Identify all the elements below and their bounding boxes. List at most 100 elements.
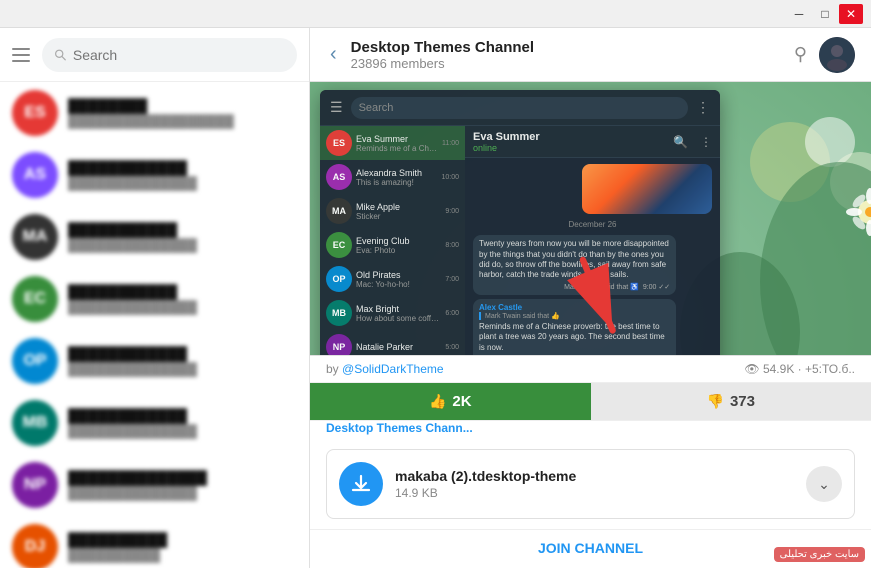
- inner-chat-name: Eva Summer: [473, 131, 540, 143]
- chat-item[interactable]: EC ███████████ ██████████████: [0, 268, 309, 330]
- avatar: OP: [12, 338, 58, 384]
- inner-chat-time: 11:00: [442, 140, 459, 147]
- titlebar: ─ □ ✕: [0, 0, 871, 28]
- inner-chat-preview: Reminds me of a Chinese proverb:...: [356, 144, 438, 153]
- search-header-icon[interactable]: ⚲: [794, 44, 807, 65]
- inner-chat-item[interactable]: AS Alexandra Smith This is amazing! 10:0…: [320, 160, 465, 194]
- dislike-button[interactable]: 👎 373: [591, 383, 871, 420]
- chat-item[interactable]: MA ███████████ ██████████████: [0, 206, 309, 268]
- search-icon: [54, 48, 67, 62]
- chat-name: ██████████████: [68, 470, 287, 486]
- search-input[interactable]: [73, 47, 285, 63]
- chat-preview: ██████████████: [68, 176, 287, 191]
- inner-chat-header-right: Eva Summer online 🔍 ⋮: [465, 126, 720, 158]
- inner-search: Search: [351, 97, 688, 119]
- sidebar-header: [0, 28, 309, 82]
- chat-item[interactable]: NP ██████████████ ██████████████: [0, 454, 309, 516]
- inner-chat-name-label: Old Pirates: [356, 270, 441, 280]
- inner-more-icon[interactable]: ⋮: [700, 135, 712, 149]
- inner-search-icon[interactable]: 🔍: [673, 135, 688, 149]
- download-channel-name: Desktop Themes Chann...: [326, 421, 473, 435]
- main-panel: ‹ Desktop Themes Channel 23896 members ⚲: [310, 28, 871, 568]
- chat-preview: ██████████████: [68, 424, 287, 439]
- watermark: سایت خبری تحلیلی: [774, 547, 865, 562]
- channel-members: 23896 members: [351, 56, 784, 71]
- maximize-button[interactable]: □: [813, 4, 837, 24]
- message-time: 9:00 ✓✓: [643, 283, 670, 291]
- channel-title: Desktop Themes Channel: [351, 39, 784, 56]
- inner-chat-info: Old Pirates Mac: Yo-ho-ho!: [356, 270, 441, 289]
- app-container: ES ████████ ██████████████████ AS ██████…: [0, 28, 871, 568]
- join-channel-button[interactable]: JOIN CHANNEL: [538, 540, 643, 556]
- chat-item[interactable]: ES ████████ ██████████████████: [0, 82, 309, 144]
- avatar: ES: [12, 90, 58, 136]
- message-quote: Twenty years from now you will be more d…: [473, 235, 676, 295]
- download-icon[interactable]: [339, 462, 383, 506]
- post-author: @SolidDarkTheme: [342, 362, 444, 376]
- search-box[interactable]: [42, 38, 297, 72]
- inner-chat-name-label: Max Bright: [356, 304, 441, 314]
- chat-preview: ██████████████: [68, 238, 287, 253]
- chat-info: ████████████ ██████████████: [68, 160, 287, 191]
- download-card[interactable]: makaba (2).tdesktop-theme 14.9 KB ⌄: [326, 449, 855, 519]
- dislike-icon: 👎: [707, 393, 724, 410]
- chat-preview: ██████████████: [68, 300, 287, 315]
- chat-list: ES ████████ ██████████████████ AS ██████…: [0, 82, 309, 568]
- inner-chat-header: ☰ Search ⋮: [320, 90, 720, 126]
- inner-chat-item[interactable]: ES Eva Summer Reminds me of a Chinese pr…: [320, 126, 465, 160]
- chat-item[interactable]: DJ ██████████ ██████████: [0, 516, 309, 568]
- expand-button[interactable]: ⌄: [806, 466, 842, 502]
- minimize-button[interactable]: ─: [787, 4, 811, 24]
- inner-chat-time: 6:00: [445, 310, 459, 317]
- chat-info: ███████████ ██████████████: [68, 222, 287, 253]
- chat-info: ██████████ ██████████: [68, 532, 287, 563]
- post-author-line: by @SolidDarkTheme: [326, 362, 444, 376]
- avatar: MB: [12, 400, 58, 446]
- reply-text: Reminds me of a Chinese proverb: the bes…: [479, 322, 670, 353]
- inner-hamburger-icon: ☰: [330, 99, 343, 116]
- inner-chat-time: 5:00: [445, 344, 459, 351]
- avatar: NP: [12, 462, 58, 508]
- chat-preview: ██████████████: [68, 362, 287, 377]
- inner-chat-time: 8:00: [445, 242, 459, 249]
- back-button[interactable]: ‹: [326, 39, 341, 70]
- sidebar: ES ████████ ██████████████████ AS ██████…: [0, 28, 310, 568]
- inner-chat-screenshot: ☰ Search ⋮ ES Eva Summer Reminds me of a…: [320, 90, 720, 400]
- close-button[interactable]: ✕: [839, 4, 863, 24]
- like-button[interactable]: 👍 2K: [310, 383, 591, 420]
- chat-item[interactable]: MB ████████████ ██████████████: [0, 392, 309, 454]
- menu-icon[interactable]: [12, 45, 32, 65]
- mark-twain-attribution: Mark Twain said that ♿: [564, 283, 639, 291]
- inner-chat-time: 10:00: [441, 174, 459, 181]
- chat-item[interactable]: AS ████████████ ██████████████: [0, 144, 309, 206]
- post-info-bar: by @SolidDarkTheme 👁 54.9K · +5:ТО.б..: [310, 356, 871, 382]
- chat-info: ████████████ ██████████████: [68, 408, 287, 439]
- inner-search-text: Search: [359, 102, 394, 114]
- inner-chat-info: Mike Apple Sticker: [356, 202, 441, 221]
- file-size: 14.9 KB: [395, 486, 794, 500]
- inner-chat-item[interactable]: MB Max Bright How about some coffee? 6:0…: [320, 296, 465, 330]
- inner-chat-item[interactable]: OP Old Pirates Mac: Yo-ho-ho! 7:00: [320, 262, 465, 296]
- inner-chat-item[interactable]: EC Evening Club Eva: Photo 8:00: [320, 228, 465, 262]
- message-text: Twenty years from now you will be more d…: [479, 239, 670, 281]
- header-icons: ⚲: [794, 37, 855, 73]
- author-prefix: by: [326, 362, 342, 376]
- inner-chat-item[interactable]: MA Mike Apple Sticker 9:00: [320, 194, 465, 228]
- inner-avatar: OP: [326, 266, 352, 292]
- inner-chat-info: Eva Summer Reminds me of a Chinese prove…: [356, 134, 438, 153]
- chat-name: ███████████: [68, 222, 287, 238]
- chat-info: ████████████ ██████████████: [68, 346, 287, 377]
- chat-info: ██████████████ ██████████████: [68, 470, 287, 501]
- chat-preview: ██████████████████: [68, 114, 287, 129]
- like-count: 2K: [452, 393, 471, 410]
- image-message: 0:27 8:00 ✓✓: [582, 164, 712, 214]
- inner-avatar: AS: [326, 164, 352, 190]
- avatar: EC: [12, 276, 58, 322]
- inner-avatar: MB: [326, 300, 352, 326]
- chat-item[interactable]: OP ████████████ ██████████████: [0, 330, 309, 392]
- avatar: AS: [12, 152, 58, 198]
- like-icon: 👍: [429, 393, 446, 410]
- inner-chat-preview: Sticker: [356, 212, 441, 221]
- inner-chat-time: 9:00: [445, 208, 459, 215]
- inner-chat-time: 7:00: [445, 276, 459, 283]
